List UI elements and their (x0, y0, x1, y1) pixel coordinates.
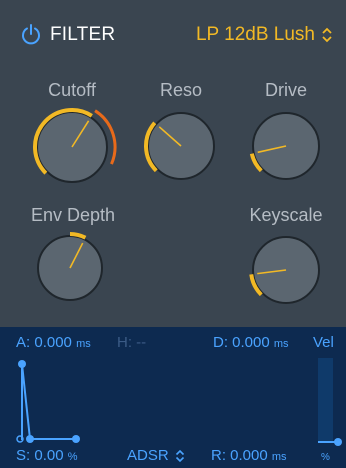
envelope-mode-value: ADSR (127, 447, 169, 464)
envelope-decay-line (21, 363, 31, 440)
keyscale-knob[interactable] (249, 236, 320, 304)
cutoff-knob[interactable] (33, 108, 117, 183)
drive-knob[interactable] (249, 112, 320, 180)
velocity-unit: % (321, 452, 330, 463)
envelope-release-point[interactable] (72, 435, 80, 443)
chevron-updown-icon (175, 449, 184, 462)
sustain-param[interactable]: S: 0.00 % (16, 447, 78, 464)
velocity-slider[interactable] (310, 430, 344, 450)
env-depth-knob[interactable] (37, 232, 103, 301)
envelope-decay-point[interactable] (26, 435, 34, 443)
envelope-mode-select[interactable]: ADSR (127, 447, 185, 464)
release-param[interactable]: R: 0.000 ms (211, 447, 287, 464)
sustain-value: 0.00 (34, 447, 64, 464)
envelope-attack-point[interactable] (18, 360, 26, 368)
release-value: 0.000 (230, 447, 268, 464)
velocity-handle[interactable] (334, 438, 342, 446)
reso-knob[interactable] (144, 112, 215, 180)
